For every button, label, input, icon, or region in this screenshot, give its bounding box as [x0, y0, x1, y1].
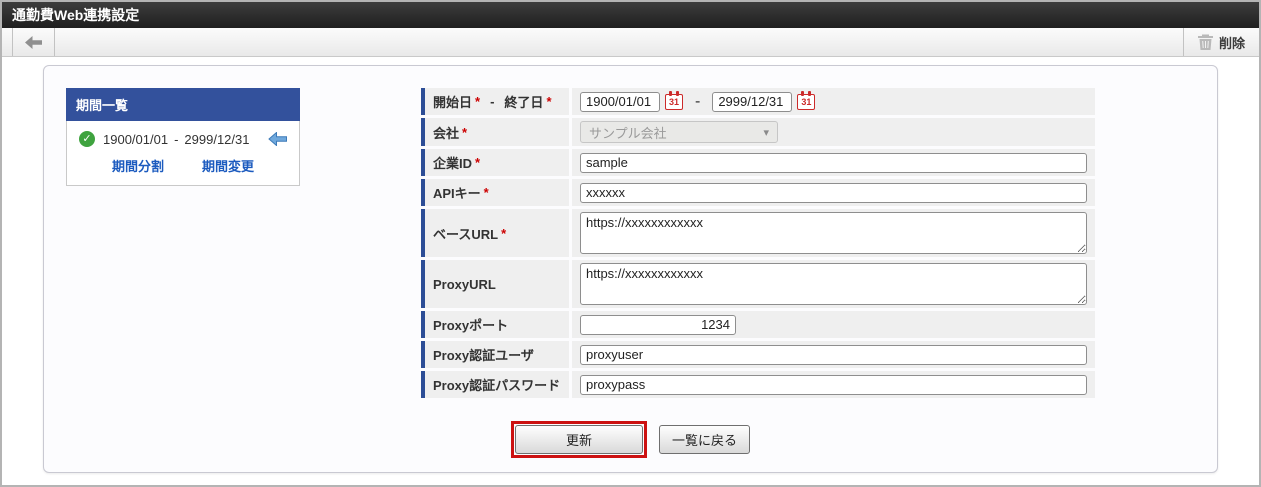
period-links: 期間分割 期間変更 [67, 147, 299, 175]
proxy-password-input[interactable] [580, 374, 1087, 395]
form-row-proxy-user: Proxy認証ユーザ [421, 341, 1095, 368]
company-field: サンプル会社 [572, 118, 1095, 146]
start-date-input[interactable] [580, 91, 660, 112]
proxy-url-field: https://xxxxxxxxxxxx [572, 260, 1095, 308]
settings-form: 開始日* - 終了日* 31 - 31 会社* サン [421, 88, 1095, 401]
api-key-field [572, 179, 1095, 206]
proxy-user-field [572, 341, 1095, 368]
date-dash: - [695, 92, 701, 110]
proxy-port-field [572, 311, 1095, 338]
end-date-label: 終了日 [504, 95, 544, 110]
api-key-label: APIキー * [421, 179, 569, 206]
trash-icon [1197, 34, 1213, 50]
form-row-api-key: APIキー * [421, 179, 1095, 206]
back-to-list-button[interactable]: 一覧に戻る [659, 425, 751, 454]
form-row-proxy-url: ProxyURL https://xxxxxxxxxxxx [421, 260, 1095, 308]
app-window: 通勤費Web連携設定 削除 期間一覧 1900/01/01 - [0, 0, 1261, 487]
calendar-icon[interactable]: 31 [665, 90, 683, 110]
update-button-highlight: 更新 [510, 421, 647, 458]
proxy-password-label: Proxy認証パスワード [421, 371, 569, 398]
chevron-down-icon [763, 126, 769, 139]
form-row-base-url: ベースURL * https://xxxxxxxxxxxx [421, 209, 1095, 257]
period-list-panel: 期間一覧 1900/01/01 - 2999/12/31 期間分割 期間変更 [66, 88, 300, 186]
required-marker: * [546, 94, 552, 109]
required-marker: * [475, 155, 481, 170]
proxy-port-input[interactable] [580, 314, 736, 335]
delete-button[interactable]: 削除 [1182, 28, 1259, 56]
period-end-date: 2999/12/31 [184, 131, 250, 147]
page-title: 通勤費Web連携設定 [2, 2, 1259, 28]
period-start-date: 1900/01/01 [103, 131, 169, 147]
start-date-label: 開始日 [433, 95, 473, 110]
company-select[interactable]: サンプル会社 [580, 121, 778, 143]
api-key-input[interactable] [580, 182, 1087, 203]
label-dash: - [490, 94, 495, 109]
period-split-link[interactable]: 期間分割 [112, 156, 164, 175]
base-url-label: ベースURL * [421, 209, 569, 257]
proxy-password-field [572, 371, 1095, 398]
back-button[interactable] [12, 28, 55, 56]
required-marker: * [462, 124, 468, 140]
company-id-label: 企業ID * [421, 149, 569, 176]
required-marker: * [475, 94, 481, 109]
proxy-url-label: ProxyURL [421, 260, 569, 308]
active-check-icon [79, 131, 95, 147]
base-url-field: https://xxxxxxxxxxxx [572, 209, 1095, 257]
proxy-user-label: Proxy認証ユーザ [421, 341, 569, 368]
proxy-port-label: Proxyポート [421, 311, 569, 338]
update-button[interactable]: 更新 [514, 425, 643, 454]
company-id-input[interactable] [580, 152, 1087, 173]
form-row-date-range: 開始日* - 終了日* 31 - 31 [421, 88, 1095, 115]
form-row-company-id: 企業ID * [421, 149, 1095, 176]
form-row-proxy-port: Proxyポート [421, 311, 1095, 338]
form-row-company: 会社 * サンプル会社 [421, 118, 1095, 146]
required-marker: * [483, 185, 489, 200]
company-id-field [572, 149, 1095, 176]
period-list-title: 期間一覧 [66, 88, 300, 121]
proxy-url-textarea[interactable]: https://xxxxxxxxxxxx [580, 263, 1087, 305]
period-entry-dates: 1900/01/01 - 2999/12/31 [103, 132, 250, 147]
company-select-value: サンプル会社 [589, 125, 667, 141]
period-list-body: 1900/01/01 - 2999/12/31 期間分割 期間変更 [66, 121, 300, 186]
calendar-icon[interactable]: 31 [797, 90, 816, 110]
end-date-input[interactable] [712, 91, 793, 112]
delete-button-label: 削除 [1218, 35, 1245, 51]
selected-period-arrow-icon[interactable] [268, 132, 287, 146]
date-range-label: 開始日 * - 終了日 * [421, 88, 569, 115]
toolbar: 削除 [2, 28, 1259, 57]
company-label: 会社 * [421, 118, 569, 146]
period-entry: 1900/01/01 - 2999/12/31 [67, 131, 299, 147]
required-marker: * [501, 225, 507, 241]
period-change-link[interactable]: 期間変更 [202, 156, 254, 175]
form-row-proxy-password: Proxy認証パスワード [421, 371, 1095, 398]
period-date-separator: - [174, 131, 179, 147]
proxy-user-input[interactable] [580, 344, 1087, 365]
content-panel: 期間一覧 1900/01/01 - 2999/12/31 期間分割 期間変更 [43, 65, 1218, 473]
base-url-textarea[interactable]: https://xxxxxxxxxxxx [580, 212, 1087, 254]
back-arrow-icon [25, 35, 42, 49]
form-actions: 更新 一覧に戻る [44, 421, 1217, 458]
date-range-fields: 31 - 31 [572, 88, 1095, 115]
